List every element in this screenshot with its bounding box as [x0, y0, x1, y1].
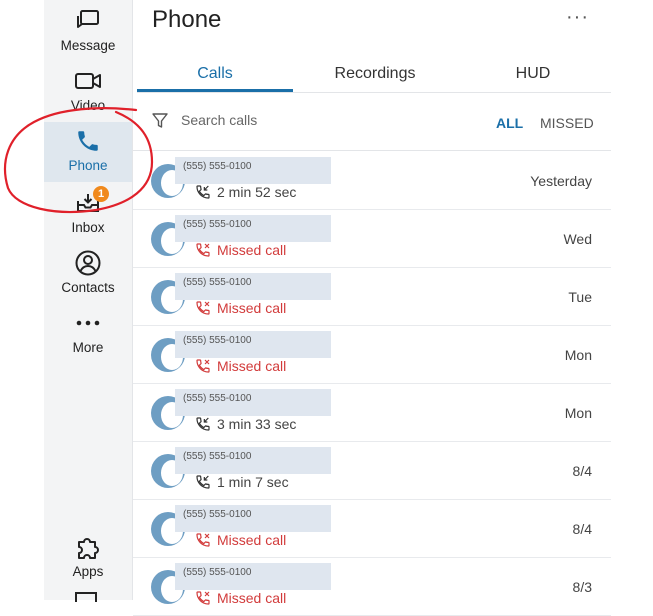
call-time: 8/4 [572, 463, 592, 479]
message-icon [73, 6, 103, 36]
call-number: (555) 555-0100 [183, 393, 252, 404]
nav-item-label: Contacts [61, 280, 115, 295]
incoming-call-icon [196, 417, 210, 431]
nav-item-more[interactable]: More [44, 308, 132, 368]
call-number: (555) 555-0100 [183, 335, 252, 346]
call-detail: Missed call [195, 358, 286, 374]
inbox-badge: 1 [93, 186, 109, 202]
settings-icon[interactable] [75, 592, 97, 602]
filter-all[interactable]: ALL [496, 115, 523, 131]
call-detail: 2 min 52 sec [195, 184, 296, 200]
nav-item-label: More [72, 340, 104, 355]
nav-item-message[interactable]: Message [44, 6, 132, 66]
tab-calls[interactable]: Calls [137, 56, 293, 92]
call-time: 8/4 [572, 521, 592, 537]
nav-item-phone[interactable]: Phone [44, 122, 132, 182]
call-list: (555) 555-0100 2 min 52 sec Yesterday (555)… [133, 152, 611, 616]
nav-item-video[interactable]: Video [44, 66, 132, 126]
call-number: (555) 555-0100 [183, 451, 252, 462]
missed-call-icon [196, 243, 210, 257]
call-number: (555) 555-0100 [183, 277, 252, 288]
missed-call-icon [196, 359, 210, 373]
call-row[interactable]: (555) 555-0100 3 min 33 sec Mon [133, 384, 611, 442]
call-detail-text: Missed call [217, 242, 287, 258]
nav-item-label: Video [70, 98, 106, 113]
nav-item-apps[interactable]: Apps [44, 532, 132, 592]
call-detail-text: 3 min 33 sec [217, 416, 297, 432]
missed-call-icon [196, 301, 210, 315]
call-detail: 1 min 7 sec [195, 474, 289, 490]
call-detail-text: Missed call [217, 300, 287, 316]
nav-item-label: Message [60, 38, 116, 53]
nav-item-contacts[interactable]: Contacts [44, 248, 132, 308]
call-number: (555) 555-0100 [183, 219, 252, 230]
call-time: Mon [564, 405, 592, 421]
phone-icon [73, 126, 103, 156]
tab-hud[interactable]: HUD [455, 56, 611, 91]
filter-missed[interactable]: MISSED [540, 115, 594, 131]
nav-item-inbox[interactable]: 1 Inbox [44, 186, 132, 248]
incoming-call-icon [196, 475, 210, 489]
call-detail: Missed call [195, 532, 286, 548]
inbox-icon: 1 [73, 186, 109, 218]
call-detail: Missed call [195, 300, 286, 316]
nav-item-label: Apps [72, 564, 104, 579]
incoming-call-icon [196, 185, 210, 199]
call-detail-text: Missed call [217, 590, 287, 606]
call-number: (555) 555-0100 [183, 161, 252, 172]
call-row[interactable]: (555) 555-0100 Missed call 8/4 [133, 500, 611, 558]
tab-bar: Calls Recordings HUD [137, 56, 611, 93]
call-detail-text: Missed call [217, 532, 287, 548]
call-time: Tue [568, 289, 592, 305]
panel-margin [611, 0, 653, 600]
call-time: Yesterday [530, 173, 592, 189]
page-title: Phone [152, 6, 222, 33]
call-detail: Missed call [195, 590, 286, 606]
call-time: 8/3 [572, 579, 592, 595]
apps-icon [73, 532, 103, 562]
call-number: (555) 555-0100 [183, 567, 252, 578]
call-detail: Missed call [195, 242, 286, 258]
call-row[interactable]: (555) 555-0100 1 min 7 sec 8/4 [133, 442, 611, 500]
video-icon [73, 66, 103, 96]
nav-item-label: Phone [68, 158, 108, 173]
more-icon [73, 308, 103, 338]
call-number: (555) 555-0100 [183, 509, 252, 520]
missed-call-icon [196, 591, 210, 605]
call-row[interactable]: (555) 555-0100 Missed call Mon [133, 326, 611, 384]
nav-item-label: Inbox [71, 220, 105, 235]
missed-call-icon [196, 533, 210, 547]
phone-panel: Phone ··· Calls Recordings HUD ALL MISSE… [133, 0, 611, 616]
call-detail: 3 min 33 sec [195, 416, 296, 432]
call-row[interactable]: (555) 555-0100 2 min 52 sec Yesterday [133, 152, 611, 210]
tab-recordings[interactable]: Recordings [297, 56, 453, 91]
call-detail-text: Missed call [217, 358, 287, 374]
call-row[interactable]: (555) 555-0100 Missed call 8/3 [133, 558, 611, 616]
filter-icon[interactable] [151, 112, 169, 135]
contacts-icon [73, 248, 103, 278]
search-row: ALL MISSED [133, 102, 611, 151]
call-time: Mon [564, 347, 592, 363]
nav-rail: Message Video Phone 1 Inbox Contacts Mor… [44, 0, 133, 602]
call-row[interactable]: (555) 555-0100 Missed call Tue [133, 268, 611, 326]
call-time: Wed [563, 231, 592, 247]
call-detail-text: 1 min 7 sec [217, 474, 289, 490]
search-input[interactable] [179, 111, 403, 129]
call-row[interactable]: (555) 555-0100 Missed call Wed [133, 210, 611, 268]
call-detail-text: 2 min 52 sec [217, 184, 297, 200]
more-options-button[interactable]: ··· [566, 6, 589, 29]
